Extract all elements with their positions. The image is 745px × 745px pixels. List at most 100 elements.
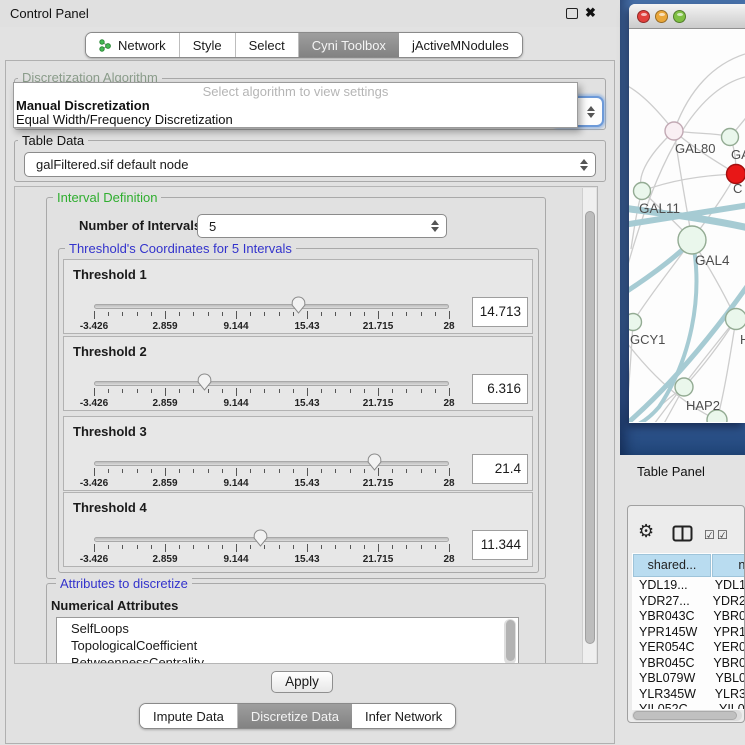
node-hap2[interactable] — [675, 378, 693, 396]
tab-label: jActiveMNodules — [412, 38, 509, 53]
network-window-titlebar[interactable] — [629, 4, 745, 29]
slider-track[interactable] — [94, 381, 449, 386]
cell-name: YDR2 — [707, 594, 745, 610]
slider-track[interactable] — [94, 304, 449, 309]
slider-track[interactable] — [94, 537, 449, 542]
threshold-slider[interactable]: -3.4262.8599.14415.4321.71528 — [94, 453, 449, 491]
slider-ticks — [94, 311, 449, 320]
table-row[interactable]: YER054CYER0 — [632, 640, 745, 656]
number-of-intervals-combobox[interactable]: 5 — [197, 214, 447, 238]
node-gal80[interactable] — [665, 122, 683, 140]
cell-name: YER0 — [707, 640, 745, 656]
node-h[interactable] — [726, 309, 745, 330]
slider-ticks — [94, 544, 449, 553]
minimize-traffic-light-icon[interactable] — [655, 10, 668, 23]
checkbox-icon[interactable]: ☑ — [704, 528, 715, 542]
tab-select[interactable]: Select — [235, 33, 298, 57]
tab-infer-network[interactable]: Infer Network — [352, 704, 455, 728]
node-label-gal80: GAL80 — [675, 141, 715, 156]
threshold-value-field[interactable]: 11.344 — [472, 530, 528, 560]
attributes-list-scrollbar[interactable] — [504, 619, 516, 664]
top-tab-bar: Network Style Select Cyni Toolbox jActiveMNo… — [85, 32, 523, 58]
close-traffic-light-icon[interactable] — [637, 10, 650, 23]
close-icon[interactable]: ✖ — [585, 5, 596, 21]
number-of-intervals-value: 5 — [209, 219, 216, 234]
cell-shared-name: YBL079W — [632, 671, 709, 687]
threshold-box-2: Threshold 2-3.4262.8599.14415.4321.71528… — [63, 336, 533, 411]
table-data-title: Table Data — [18, 133, 88, 148]
split-table-icon[interactable] — [672, 525, 693, 547]
table-row[interactable]: YBR043CYBR0 — [632, 609, 745, 625]
apply-button[interactable]: Apply — [271, 671, 333, 693]
float-panel-icon[interactable] — [566, 8, 578, 19]
cell-name: YBL0 — [709, 671, 745, 687]
threshold-box-4: Threshold 4 -3.4262.8599.14415.4321.71528… — [63, 492, 533, 567]
threshold-value-field[interactable]: 6.316 — [472, 374, 528, 404]
node-gal4[interactable] — [678, 226, 706, 254]
tab-style[interactable]: Style — [179, 33, 235, 57]
attribute-item-selfloops[interactable]: SelfLoops — [71, 620, 518, 637]
cell-shared-name: YBR045C — [632, 656, 707, 672]
threshold-box-3: Threshold 3-3.4262.8599.14415.4321.71528… — [63, 416, 533, 491]
table-row[interactable]: YIL052CYIL0 — [632, 702, 745, 709]
zoom-traffic-light-icon[interactable] — [673, 10, 686, 23]
gear-icon[interactable]: ⚙ — [638, 522, 654, 540]
node-gal11[interactable] — [634, 183, 651, 200]
cell-shared-name: YDL19... — [632, 578, 709, 594]
attribute-item-betweennesscentrality[interactable]: BetweennessCentrality — [71, 654, 518, 664]
tab-discretize-data[interactable]: Discretize Data — [237, 704, 352, 728]
column-header-shared-name[interactable]: shared... — [633, 554, 711, 577]
threshold-value-field[interactable]: 14.713 — [472, 297, 528, 327]
table-row[interactable]: YBL079WYBL0 — [632, 671, 745, 687]
table-panel-region: Table Panel ⚙ ☑ ☑ shared... n... YDL19..… — [620, 455, 745, 745]
table-panel-title: Table Panel — [637, 464, 705, 479]
tab-label: Network — [118, 38, 166, 53]
cell-shared-name: YBR043C — [632, 609, 707, 625]
attribute-item-topologicalcoefficient[interactable]: TopologicalCoefficient — [71, 637, 518, 654]
settings-vertical-scrollbar[interactable] — [582, 188, 596, 663]
table-row[interactable]: YDR27...YDR2 — [632, 594, 745, 610]
table-data-combobox[interactable]: galFiltered.sif default node — [24, 152, 596, 177]
network-nodes[interactable] — [629, 122, 745, 422]
table-row[interactable]: YLR345WYLR3 — [632, 687, 745, 703]
number-of-intervals-label: Number of Intervals — [79, 218, 201, 233]
network-view-window[interactable]: GAL80 GA C GAL11 GAL4 GCY1 H HAP2 — [629, 4, 745, 423]
checkbox-icon[interactable]: ☑ — [717, 528, 728, 542]
threshold-slider[interactable]: -3.4262.8599.14415.4321.71528 — [94, 296, 449, 334]
numerical-attributes-list[interactable]: SelfLoopsTopologicalCoefficientBetweenne… — [56, 617, 519, 664]
threshold-slider[interactable]: -3.4262.8599.14415.4321.71528 — [94, 373, 449, 411]
slider-thumb[interactable] — [197, 373, 212, 396]
algorithm-dropdown-popup: Select algorithm to view settings Manual… — [13, 82, 578, 128]
table-row[interactable]: YDL19...YDL1 — [632, 578, 745, 594]
algorithm-placeholder-option[interactable]: Select algorithm to view settings — [14, 84, 577, 99]
threshold-label: Threshold 1 — [73, 267, 147, 282]
tab-label: Select — [249, 38, 285, 53]
tab-jactivemnodules[interactable]: jActiveMNodules — [399, 33, 522, 57]
threshold-value-field[interactable]: 21.4 — [472, 454, 528, 484]
algorithm-option-manual-discretization[interactable]: Manual Discretization — [14, 99, 577, 113]
slider-thumb[interactable] — [253, 529, 268, 552]
tab-impute-data[interactable]: Impute Data — [140, 704, 237, 728]
cell-name: YPR1 — [707, 625, 745, 641]
slider-thumb[interactable] — [291, 296, 306, 319]
combo-arrows-icon — [431, 220, 439, 232]
threshold-label: Threshold 4 — [73, 500, 147, 515]
algorithm-option-equal-width-frequency-discretization[interactable]: Equal Width/Frequency Discretization — [14, 113, 577, 127]
table-horizontal-scrollbar[interactable] — [632, 710, 742, 721]
cell-shared-name: YIL052C — [632, 702, 713, 709]
node-label-h: H — [740, 332, 745, 347]
slider-track[interactable] — [94, 461, 449, 466]
cell-shared-name: YDR27... — [632, 594, 707, 610]
tab-cyni-toolbox[interactable]: Cyni Toolbox — [298, 33, 399, 57]
slider-scale-labels: -3.4262.8599.14415.4321.71528 — [94, 321, 449, 333]
node-gcy1[interactable] — [629, 314, 642, 331]
threshold-slider[interactable]: -3.4262.8599.14415.4321.71528 — [94, 529, 449, 567]
network-icon — [99, 39, 112, 52]
node-ga[interactable] — [722, 129, 739, 146]
tab-network[interactable]: Network — [86, 33, 179, 57]
network-canvas[interactable]: GAL80 GA C GAL11 GAL4 GCY1 H HAP2 — [629, 29, 745, 422]
slider-thumb[interactable] — [367, 453, 382, 476]
table-row[interactable]: YPR145WYPR1 — [632, 625, 745, 641]
table-row[interactable]: YBR045CYBR0 — [632, 656, 745, 672]
column-header-name[interactable]: n... — [712, 554, 745, 577]
